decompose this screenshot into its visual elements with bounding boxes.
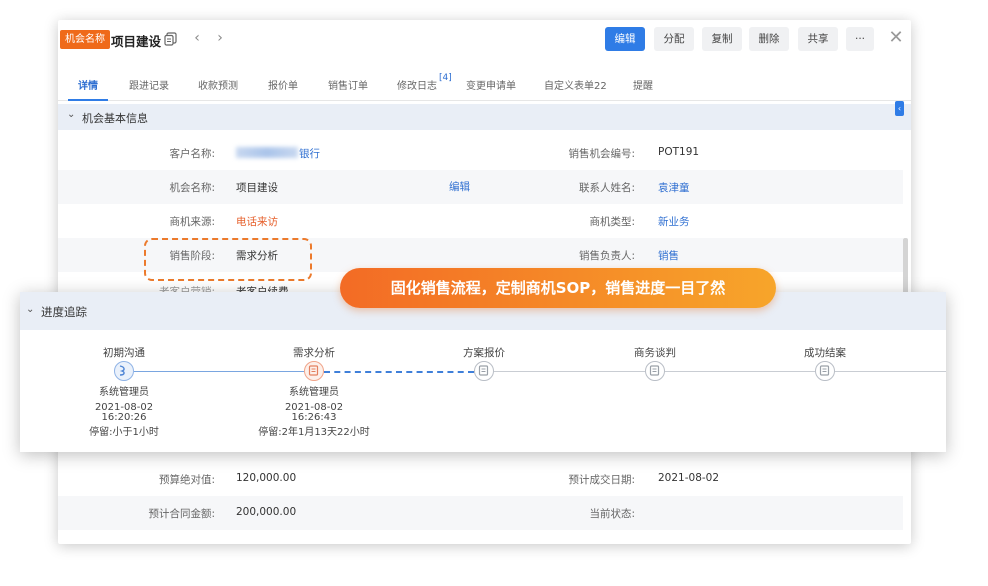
- opportunity-number-label: 销售机会编号:: [568, 148, 635, 160]
- chevron-down-icon: ⌄: [26, 304, 35, 315]
- stage-current-icon: [308, 365, 319, 376]
- chevron-right-icon[interactable]: ›: [211, 30, 229, 48]
- opportunity-type-label: 商机类型:: [589, 216, 635, 228]
- tab-follow-up[interactable]: 跟进记录: [129, 77, 169, 92]
- stage-connector: [665, 371, 815, 372]
- tab-quotation[interactable]: 报价单: [268, 77, 298, 92]
- stage-name: 初期沟通: [103, 347, 145, 359]
- source-label: 商机来源:: [169, 216, 215, 228]
- collapse-panel-icon[interactable]: ‹: [895, 101, 904, 116]
- copy-icon[interactable]: [164, 32, 177, 46]
- stage-time: 16:20:26: [101, 412, 147, 423]
- redacted-text: [236, 147, 298, 158]
- more-button[interactable]: ···: [846, 27, 874, 51]
- close-icon[interactable]: ✕: [886, 28, 906, 48]
- tab-bar: 详情 跟进记录 收款预测 报价单 销售订单 修改日志 [4] 变更申请单 自定义…: [58, 69, 911, 101]
- chevron-left-icon[interactable]: ‹: [188, 30, 206, 48]
- expected-close-date-label: 预计成交日期:: [568, 474, 635, 486]
- opportunity-name-label: 机会名称:: [169, 182, 215, 194]
- source-value: 电话来访: [236, 216, 278, 228]
- stage-name: 方案报价: [463, 347, 505, 359]
- stage-connector: [835, 371, 946, 372]
- progress-section-title: 进度追踪: [41, 305, 87, 319]
- sales-owner-label: 销售负责人:: [578, 250, 635, 262]
- record-type-badge: 机会名称: [60, 30, 110, 49]
- expected-close-date-value: 2021-08-02: [658, 472, 720, 484]
- contract-amount-label: 预计合同金额:: [148, 508, 215, 520]
- stage-pending-icon: [649, 365, 660, 376]
- budget-value: 120,000.00: [236, 472, 297, 484]
- tab-count-badge: [4]: [439, 73, 452, 83]
- tab-change-log[interactable]: 修改日志: [397, 77, 437, 92]
- highlight-box: [144, 238, 312, 281]
- field-row: 预算绝对值: 120,000.00 预计成交日期: 2021-08-02: [58, 462, 903, 496]
- stage-node-pending[interactable]: [645, 361, 665, 381]
- field-row: 机会名称: 项目建设 编辑 联系人姓名: 袁津童: [58, 170, 903, 204]
- stage-user: 系统管理员: [99, 387, 149, 398]
- customer-label: 客户名称:: [169, 148, 215, 160]
- tab-payment-forecast[interactable]: 收款预测: [198, 77, 238, 92]
- customer-value[interactable]: 银行: [236, 146, 320, 161]
- stage-done-icon: [119, 365, 125, 376]
- stage-node-pending[interactable]: [815, 361, 835, 381]
- budget-label: 预算绝对值:: [158, 474, 215, 486]
- field-row: 商机来源: 电话来访 商机类型: 新业务: [58, 204, 903, 238]
- stage-time: 16:26:43: [291, 412, 337, 423]
- tab-change-request[interactable]: 变更申请单: [466, 77, 516, 92]
- assign-button[interactable]: 分配: [654, 27, 694, 51]
- window-header: 机会名称 项目建设 ‹ › 编辑 分配 复制 删除 共享 ··· ✕: [58, 20, 911, 60]
- field-row: 客户名称: 银行 销售机会编号: POT191: [58, 136, 903, 170]
- tab-sales-order[interactable]: 销售订单: [328, 77, 368, 92]
- chevron-down-icon: ⌄: [67, 109, 76, 120]
- stage-stay-duration: 停留:小于1小时: [89, 427, 159, 438]
- opportunity-type-value: 新业务: [658, 216, 690, 228]
- tab-details[interactable]: 详情: [78, 77, 98, 92]
- page-title: 项目建设: [111, 34, 162, 49]
- customer-value-suffix: 银行: [299, 148, 320, 160]
- contact-name-value[interactable]: 袁津童: [658, 180, 690, 195]
- contract-amount-value: 200,000.00: [236, 506, 297, 518]
- stage-node-done[interactable]: [114, 361, 134, 381]
- stage-node-pending[interactable]: [474, 361, 494, 381]
- delete-button[interactable]: 删除: [749, 27, 789, 51]
- opportunity-number-value: POT191: [658, 146, 700, 158]
- stage-name: 需求分析: [293, 347, 335, 359]
- promo-callout-banner: 固化销售流程，定制商机SOP，销售进度一目了然: [340, 268, 776, 308]
- sales-owner-value[interactable]: 销售: [658, 248, 679, 263]
- basic-info-section-header[interactable]: ⌄ 机会基本信息: [58, 104, 911, 130]
- stage-connector-done: [134, 371, 304, 372]
- inline-edit-link[interactable]: 编辑: [449, 179, 470, 194]
- tab-custom-form[interactable]: 自定义表单22: [544, 77, 607, 92]
- stage-pending-icon: [478, 365, 489, 376]
- active-tab-indicator: [68, 99, 108, 101]
- progress-tracking-panel: ⌄ 进度追踪 初期沟通 需求分析 方案报价 商务谈判 成功结案 系统管理员 20…: [20, 292, 946, 452]
- stage-name: 商务谈判: [634, 347, 676, 359]
- stage-node-current[interactable]: [304, 361, 324, 381]
- stage-user: 系统管理员: [289, 387, 339, 398]
- contact-name-label: 联系人姓名:: [578, 182, 635, 194]
- field-row: 预计合同金额: 200,000.00 当前状态:: [58, 496, 903, 530]
- share-button[interactable]: 共享: [798, 27, 838, 51]
- copy-button[interactable]: 复制: [702, 27, 742, 51]
- current-status-label: 当前状态:: [589, 508, 635, 520]
- stage-pending-icon: [819, 365, 830, 376]
- stage-stay-duration: 停留:2年1月13天22小时: [258, 427, 370, 438]
- opportunity-name-value: 项目建设: [236, 182, 278, 194]
- tab-reminder[interactable]: 提醒: [633, 77, 653, 92]
- edit-button[interactable]: 编辑: [605, 27, 645, 51]
- section-title: 机会基本信息: [82, 112, 148, 125]
- stage-connector: [494, 371, 645, 372]
- stage-connector-current: [324, 371, 474, 373]
- stage-name: 成功结案: [804, 347, 846, 359]
